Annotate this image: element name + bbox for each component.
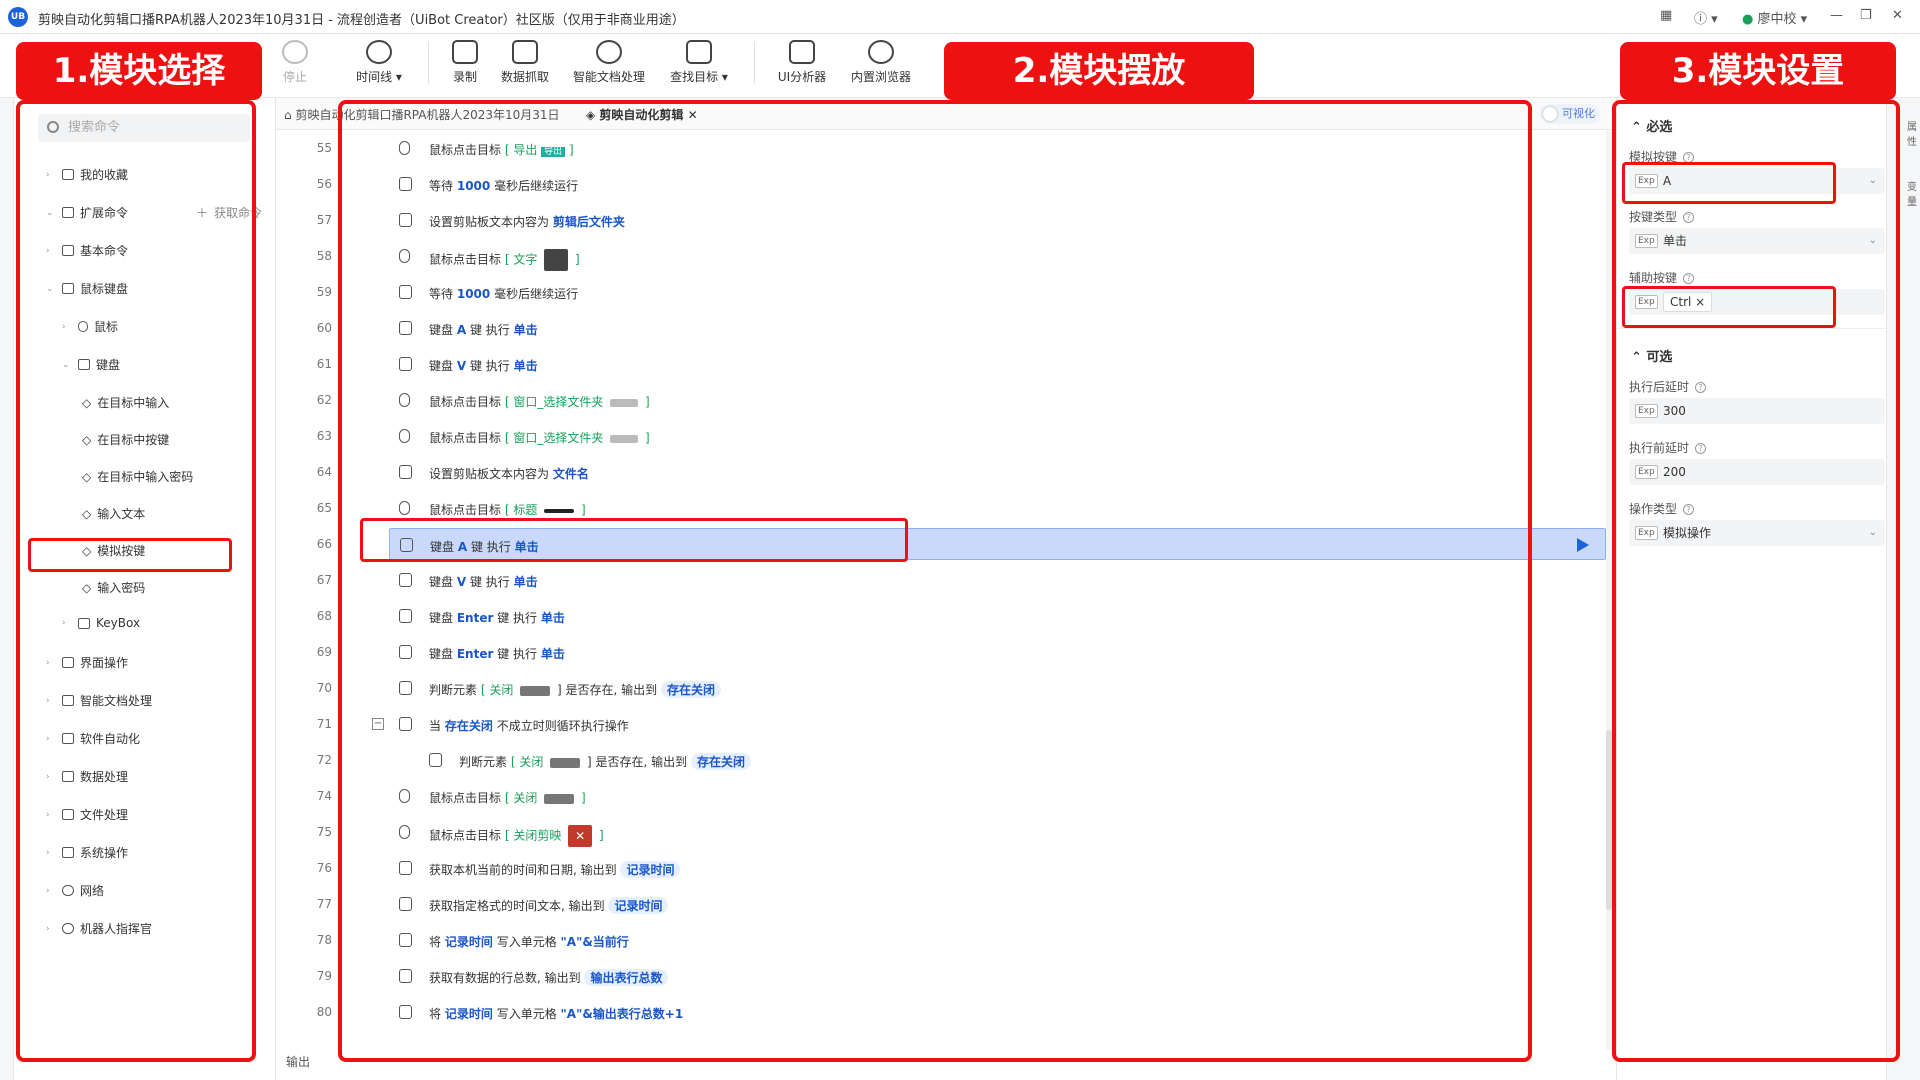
minimize-icon[interactable]: — (1830, 8, 1843, 23)
browser-button[interactable]: 内置浏览器 (836, 40, 926, 85)
annotation-label-3: 3.模块设置 (1620, 42, 1896, 100)
ui-analyzer-button[interactable]: UI分析器 (757, 40, 847, 85)
smart-doc-button[interactable]: 智能文档处理 (564, 40, 654, 85)
clock-icon (366, 40, 392, 64)
toolbar-divider (754, 42, 755, 84)
annotation-label-1: 1.模块选择 (16, 42, 262, 100)
visualize-toggle[interactable]: 可视化 (1540, 104, 1600, 124)
close-icon[interactable]: ✕ (1892, 8, 1903, 23)
find-target-button[interactable]: 查找目标 ▾ (654, 40, 744, 85)
data-scrape-button[interactable]: 数据抓取 (480, 40, 570, 85)
help-icon[interactable]: ⓘ ▾ (1694, 8, 1718, 27)
output-panel-tab[interactable]: 输出 (286, 1053, 310, 1070)
data-scrape-icon (512, 40, 538, 64)
stop-icon (282, 40, 308, 64)
user-name: 廖中校 (1757, 12, 1797, 27)
annotation-box-selected-row (360, 518, 908, 562)
annotation-box-panel-1 (16, 100, 256, 1062)
title-bar: UB 剪映自动化剪辑口播RPA机器人2023年10月31日 - 流程创造者（Ui… (0, 0, 1920, 34)
annotation-box-sim-key (28, 538, 232, 572)
annotation-label-2: 2.模块摆放 (944, 42, 1254, 100)
ui-analyzer-icon (789, 40, 815, 64)
restore-icon[interactable]: ❐ (1860, 8, 1872, 23)
run-line-icon[interactable] (1577, 538, 1589, 552)
properties-rail-tab[interactable]: 属性 (1907, 118, 1920, 148)
user-menu[interactable]: ● 廖中校 ▾ (1742, 8, 1807, 27)
annotation-box-aux-key-field (1622, 286, 1836, 328)
left-rail (0, 98, 14, 1080)
annotation-box-panel-3 (1612, 100, 1900, 1062)
variables-rail-tab[interactable]: 变量 (1907, 178, 1920, 208)
grid-icon[interactable]: ▦ (1660, 8, 1672, 23)
timeline-button[interactable]: 时间线 ▾ (334, 40, 424, 85)
browser-icon (868, 40, 894, 64)
annotation-box-sim-key-field (1622, 162, 1836, 204)
annotation-box-panel-2 (338, 100, 1532, 1062)
stop-button[interactable]: 停止 (250, 40, 340, 85)
window-title: 剪映自动化剪辑口播RPA机器人2023年10月31日 - 流程创造者（UiBot… (38, 13, 685, 28)
find-target-icon (686, 40, 712, 64)
record-icon (452, 40, 478, 64)
app-logo-icon: UB (8, 7, 28, 27)
ai-icon (596, 40, 622, 64)
